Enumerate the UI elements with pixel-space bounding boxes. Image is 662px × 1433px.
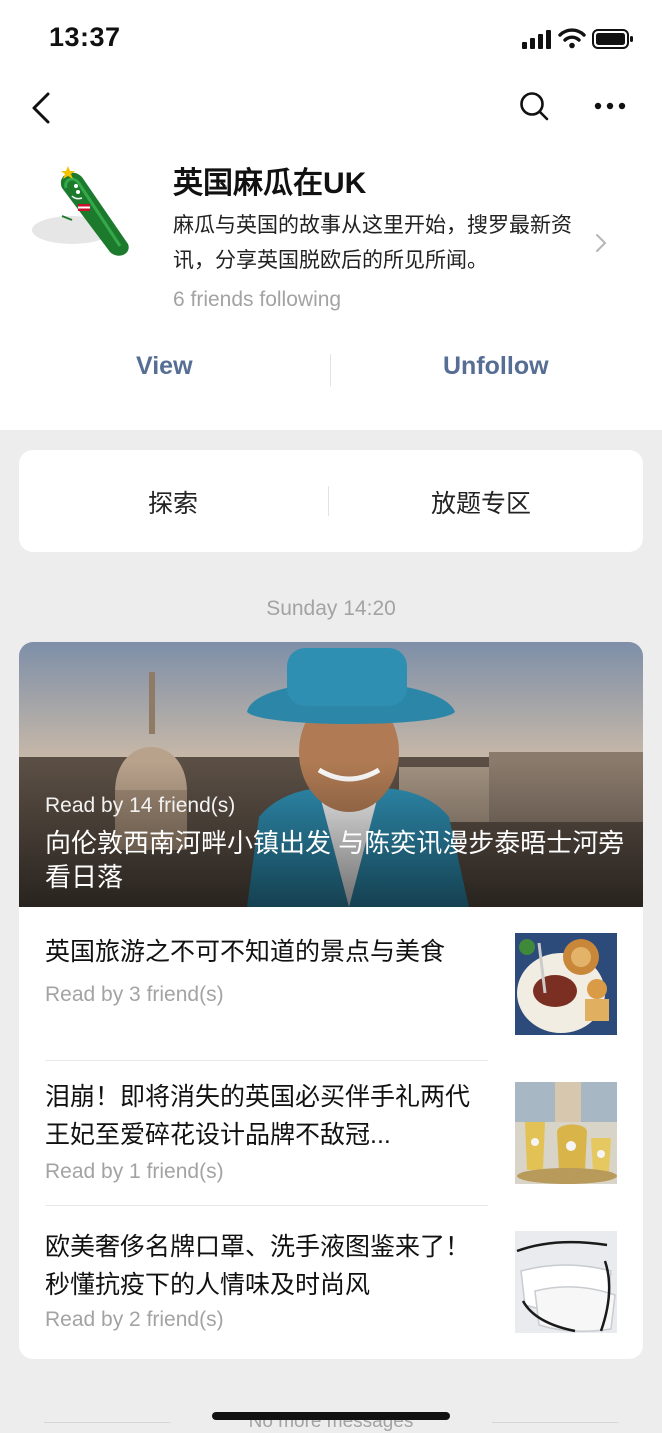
status-bar: 13:37: [0, 0, 662, 80]
wifi-icon: [558, 28, 586, 49]
cellular-signal-icon: [522, 30, 551, 49]
divider: [328, 486, 329, 516]
search-icon[interactable]: [518, 90, 550, 122]
article-title: 英国旅游之不可不知道的景点与美食: [45, 938, 446, 966]
unfollow-button[interactable]: Unfollow: [443, 352, 549, 381]
article-item[interactable]: 欧美奢侈名牌口罩、洗手液图鉴来了！ 秒懂抗疫下的人情味及时尚风 Read by …: [45, 1228, 617, 1338]
view-button[interactable]: View: [136, 352, 193, 381]
chevron-right-icon[interactable]: [594, 232, 608, 254]
divider: [45, 1205, 488, 1206]
featured-read-count: Read by 14 friend(s): [45, 794, 236, 817]
divider: [330, 354, 331, 386]
navigation-bar: [0, 80, 662, 140]
featured-article[interactable]: Read by 14 friend(s) 向伦敦西南河畔小镇出发 与陈奕讯漫步泰…: [19, 642, 643, 907]
roast-dinner-thumbnail: [515, 933, 617, 1035]
message-date: Sunday 14:20: [266, 597, 396, 620]
more-options-icon[interactable]: [594, 101, 626, 111]
article-item[interactable]: 英国旅游之不可不知道的景点与美食 Read by 3 friend(s): [45, 933, 617, 1037]
account-profile: 英国麻瓜在UK 麻瓜与英国的故事从这里开始，搜罗最新资讯，分享英国脱欧后的所见所…: [0, 140, 662, 430]
friends-following-count: 6 friends following: [173, 288, 342, 311]
face-masks-thumbnail: [515, 1231, 617, 1333]
featured-article-title: 向伦敦西南河畔小镇出发 与陈奕讯漫步泰晤士河旁看日落: [45, 828, 625, 892]
floral-teaware-thumbnail: [515, 1082, 617, 1184]
article-read-count: Read by 3 friend(s): [45, 983, 224, 1006]
article-title: 欧美奢侈名牌口罩、洗手液图鉴来了！ 秒懂抗疫下的人情味及时尚风: [45, 1233, 471, 1299]
divider: [45, 1060, 488, 1061]
cucumber-mascot-icon: [32, 166, 129, 256]
article-item[interactable]: 泪崩！即将消失的英国必买伴手礼两代王妃至爱碎花设计品牌不敌冠... Read b…: [45, 1078, 617, 1198]
status-time: 13:37: [49, 22, 121, 52]
account-name: 英国麻瓜在UK: [173, 167, 367, 200]
account-menu: 探索 放题专区: [19, 450, 643, 552]
battery-icon: [592, 29, 633, 49]
home-indicator[interactable]: [212, 1412, 450, 1420]
divider: [492, 1422, 618, 1423]
menu-item-special-zone[interactable]: 放题专区: [431, 484, 531, 520]
article-title: 泪崩！即将消失的英国必买伴手礼两代王妃至爱碎花设计品牌不敌冠...: [45, 1083, 471, 1149]
back-arrow-icon[interactable]: [30, 90, 54, 126]
article-group-card: Read by 14 friend(s) 向伦敦西南河畔小镇出发 与陈奕讯漫步泰…: [19, 642, 643, 1359]
menu-item-explore[interactable]: 探索: [148, 484, 198, 520]
article-read-count: Read by 2 friend(s): [45, 1308, 224, 1331]
article-read-count: Read by 1 friend(s): [45, 1160, 224, 1183]
account-description[interactable]: 麻瓜与英国的故事从这里开始，搜罗最新资讯，分享英国脱欧后的所见所闻。: [173, 208, 593, 278]
